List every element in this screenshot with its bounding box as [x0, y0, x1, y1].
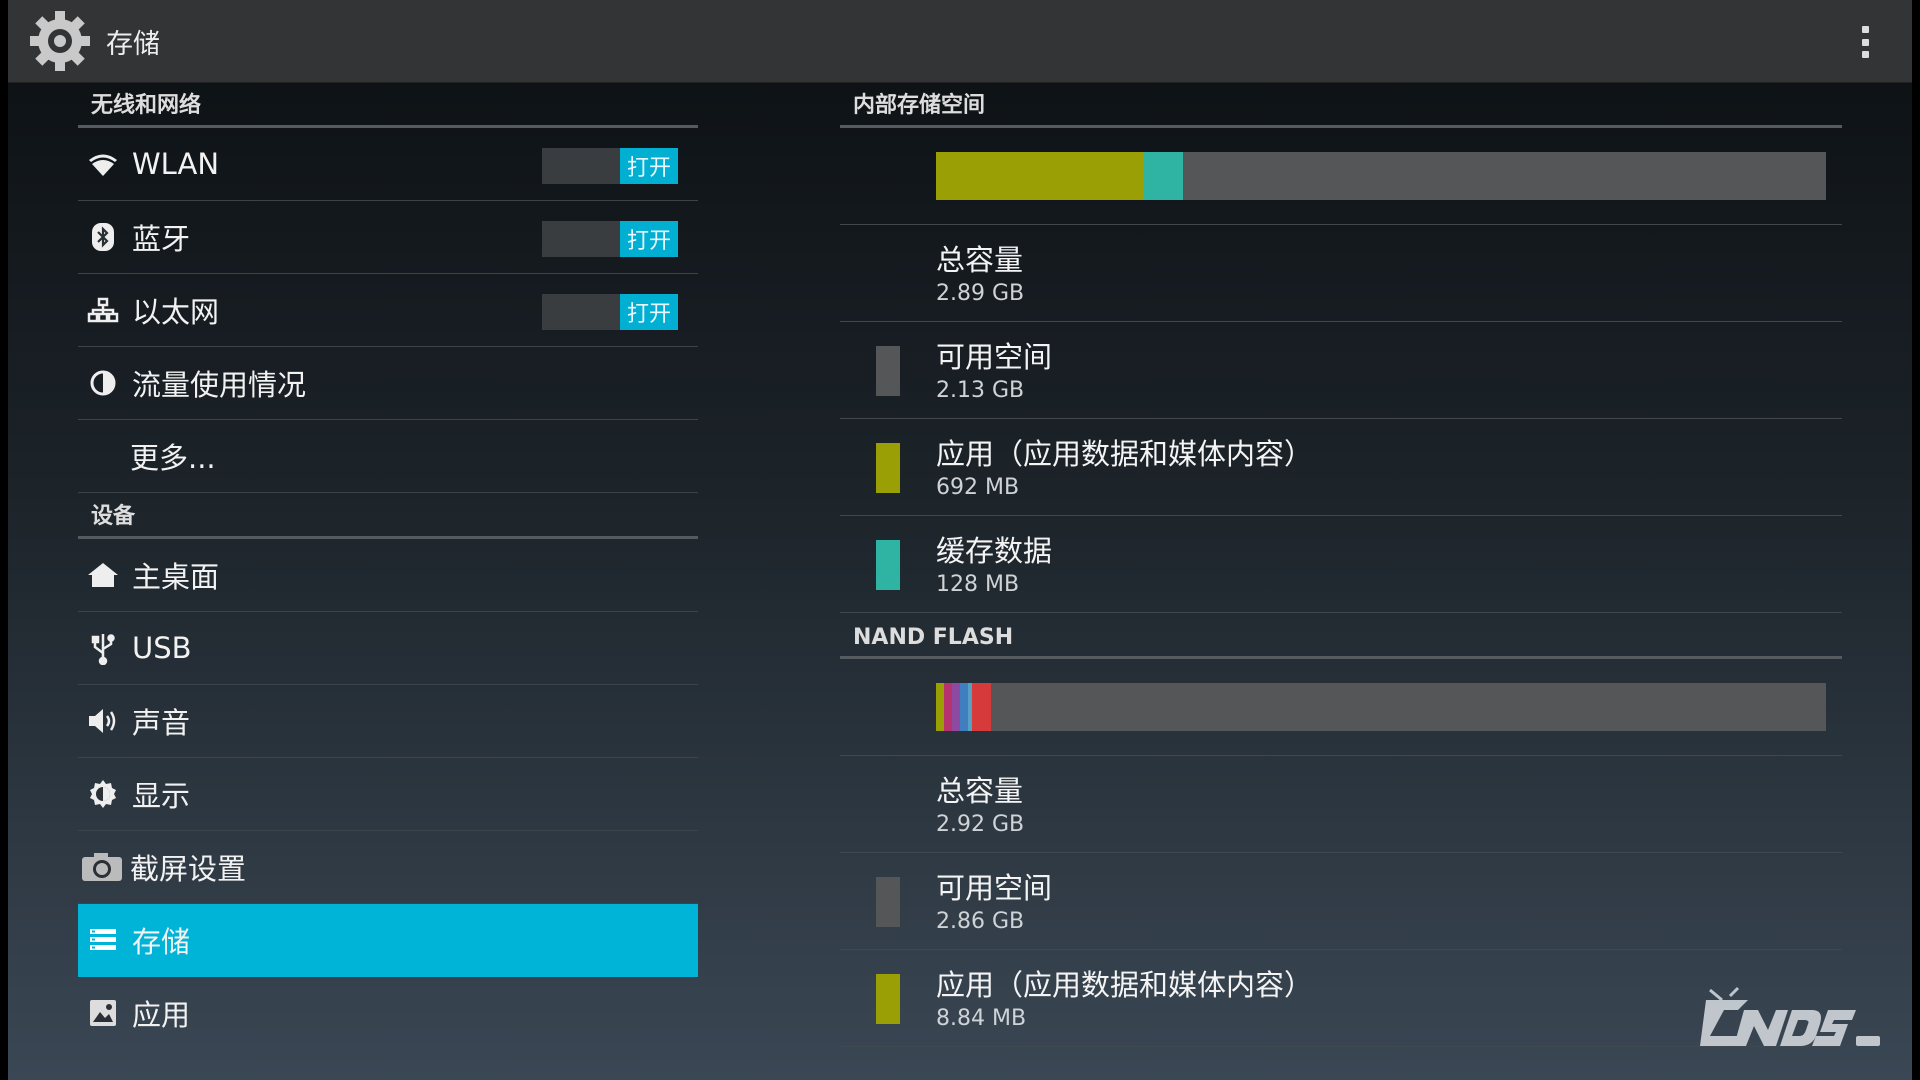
- stat-value: 2.89 GB: [936, 281, 1025, 306]
- stat-value: 128 MB: [936, 572, 1020, 597]
- menu-item-label: 应用: [132, 998, 191, 1032]
- ethernet-icon: [86, 293, 120, 327]
- page-title: 存储: [106, 28, 160, 60]
- home-icon: [86, 558, 120, 592]
- overflow-menu-icon[interactable]: [1860, 26, 1870, 58]
- usb-icon: [86, 631, 120, 665]
- stat-value: 8.84 MB: [936, 1006, 1027, 1031]
- toggle-state-label: 打开: [620, 221, 678, 257]
- storage-stat-row[interactable]: 可用空间 2.86 GB: [840, 853, 1842, 950]
- storage-stat-row[interactable]: 应用（应用数据和媒体内容） 8.84 MB: [840, 950, 1842, 1047]
- storage-stat-row[interactable]: 缓存数据 128 MB: [840, 516, 1842, 613]
- stat-value: 2.92 GB: [936, 812, 1025, 837]
- stat-label: 应用（应用数据和媒体内容）: [936, 968, 1314, 1002]
- usage-segment: [936, 683, 944, 731]
- stat-label: 应用（应用数据和媒体内容）: [936, 437, 1314, 471]
- menu-item-sound[interactable]: 声音: [78, 685, 698, 758]
- menu-item-label: 流量使用情况: [132, 368, 307, 402]
- section-header-nand-flash: NAND FLASH: [840, 613, 1842, 659]
- right-frame: [1912, 0, 1920, 1080]
- menu-item-display[interactable]: 显示: [78, 758, 698, 831]
- usage-segment: [972, 683, 992, 731]
- wifi-icon: [86, 147, 120, 181]
- menu-item-label: 声音: [132, 706, 191, 740]
- stat-label: 可用空间: [936, 871, 1053, 905]
- menu-item-more[interactable]: 更多...: [78, 420, 698, 493]
- section-header-wireless: 无线和网络: [78, 82, 698, 128]
- storage-details: 内部存储空间 总容量 2.89 GB 可用空间 2.13 GB 应用（应用数据和媒体内容…: [840, 82, 1842, 1047]
- settings-menu: 无线和网络 WLAN 打开 蓝牙 打开 以太网 打开 流量使用情况 更多... …: [78, 82, 698, 1050]
- stat-value: 2.86 GB: [936, 909, 1025, 934]
- stat-value: 692 MB: [936, 475, 1020, 500]
- stat-label: 总容量: [936, 243, 1024, 277]
- menu-item-label: WLAN: [132, 147, 220, 181]
- usage-segment: [936, 152, 1145, 200]
- menu-item-label: 更多...: [130, 441, 216, 475]
- color-swatch: [876, 540, 900, 590]
- menu-item-bluetooth[interactable]: 蓝牙 打开: [78, 201, 698, 274]
- bluetooth-toggle[interactable]: 打开: [542, 221, 678, 257]
- stat-label: 缓存数据: [936, 534, 1053, 568]
- section-header-device: 设备: [78, 493, 698, 539]
- color-swatch: [876, 877, 900, 927]
- sound-icon: [86, 704, 120, 738]
- usage-segment: [944, 683, 952, 731]
- usage-segment: [952, 683, 960, 731]
- menu-item-screenshot-settings[interactable]: 截屏设置: [78, 831, 698, 904]
- storage-stat-row[interactable]: 总容量 2.92 GB: [840, 756, 1842, 853]
- toggle-state-label: 打开: [620, 294, 678, 330]
- menu-item-label: 存储: [132, 925, 191, 959]
- menu-item-wlan[interactable]: WLAN 打开: [78, 128, 698, 201]
- menu-item-label: USB: [132, 631, 192, 665]
- section-header-internal-storage: 内部存储空间: [840, 82, 1842, 128]
- storage-stat-row[interactable]: 总容量 2.89 GB: [840, 225, 1842, 322]
- menu-item-data-usage[interactable]: 流量使用情况: [78, 347, 698, 420]
- color-swatch: [876, 346, 900, 396]
- color-swatch: [876, 443, 900, 493]
- nand-usage-bar: [936, 683, 1826, 731]
- usage-segment: [1144, 152, 1183, 200]
- storage-stat-row[interactable]: 可用空间 2.13 GB: [840, 322, 1842, 419]
- menu-item-usb[interactable]: USB: [78, 612, 698, 685]
- camera-icon: [80, 850, 124, 884]
- menu-item-ethernet[interactable]: 以太网 打开: [78, 274, 698, 347]
- display-brightness-icon: [86, 777, 120, 811]
- data-usage-icon: [86, 366, 120, 400]
- menu-item-label: 主桌面: [132, 560, 220, 594]
- internal-usage-bar: [936, 152, 1826, 200]
- menu-item-storage[interactable]: 存储: [78, 904, 698, 977]
- menu-item-apps[interactable]: 应用: [78, 977, 698, 1050]
- bluetooth-icon: [86, 220, 120, 254]
- wlan-toggle[interactable]: 打开: [542, 148, 678, 184]
- znds-watermark-logo: [1700, 986, 1880, 1046]
- apps-icon: [86, 996, 120, 1030]
- stat-value: 2.13 GB: [936, 378, 1025, 403]
- left-frame: [0, 0, 8, 1080]
- menu-item-label: 截屏设置: [130, 852, 247, 886]
- action-bar: 存储: [8, 0, 1912, 83]
- storage-icon: [86, 923, 120, 957]
- stat-label: 可用空间: [936, 340, 1053, 374]
- nand-usage-bar-row: [840, 659, 1842, 756]
- menu-item-home[interactable]: 主桌面: [78, 539, 698, 612]
- stat-label: 总容量: [936, 774, 1024, 808]
- settings-gear-icon[interactable]: [28, 9, 92, 73]
- color-swatch: [876, 974, 900, 1024]
- internal-usage-bar-row: [840, 128, 1842, 225]
- menu-item-label: 显示: [132, 779, 191, 813]
- ethernet-toggle[interactable]: 打开: [542, 294, 678, 330]
- usage-segment: [960, 683, 968, 731]
- menu-item-label: 蓝牙: [132, 222, 191, 256]
- menu-item-label: 以太网: [132, 295, 220, 329]
- toggle-state-label: 打开: [620, 148, 678, 184]
- storage-stat-row[interactable]: 应用（应用数据和媒体内容） 692 MB: [840, 419, 1842, 516]
